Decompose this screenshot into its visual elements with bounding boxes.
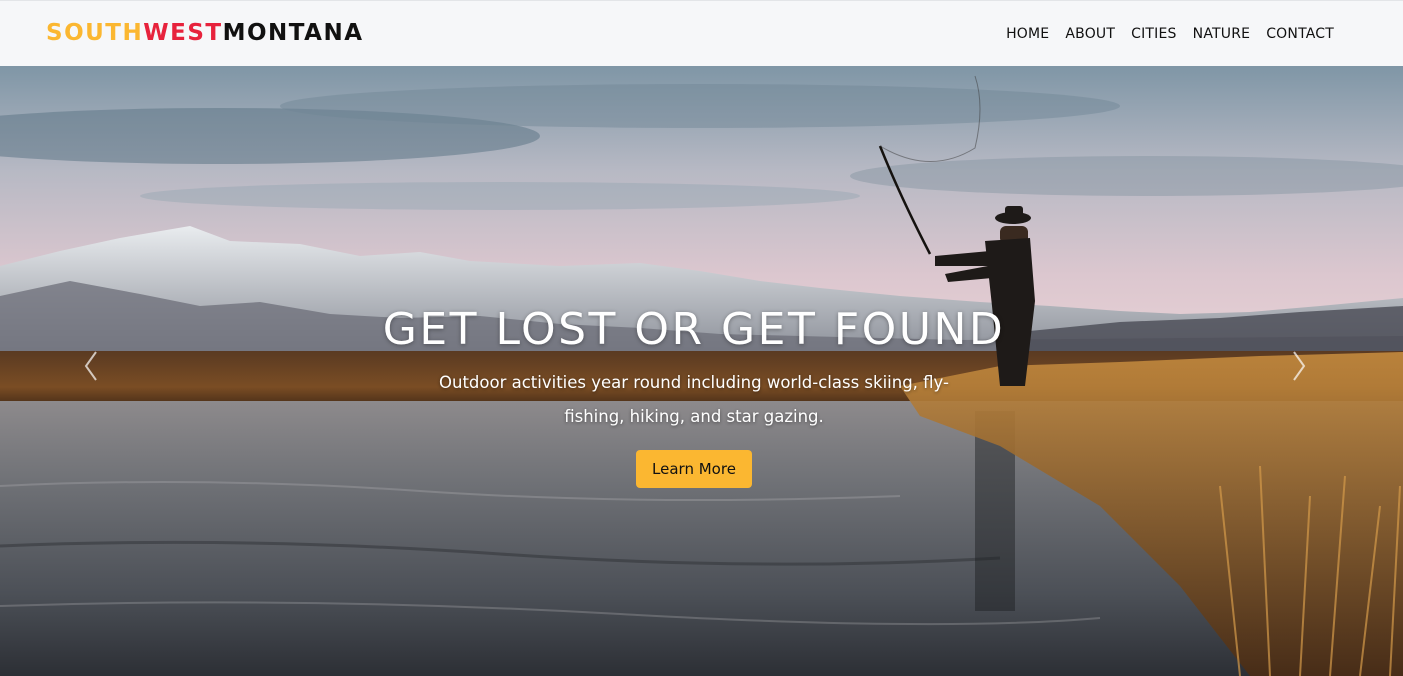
main-nav: HOME ABOUT CITIES NATURE CONTACT xyxy=(990,24,1334,44)
brand-logo[interactable]: SOUTHWESTMONTANA xyxy=(46,18,364,48)
nav-link-cities[interactable]: CITIES xyxy=(1131,24,1177,44)
brand-part-west: WEST xyxy=(143,20,223,46)
brand-part-south: SOUTH xyxy=(46,20,144,46)
brand-part-montana: MONTANA xyxy=(222,20,364,46)
nav-link-home[interactable]: HOME xyxy=(1006,24,1049,44)
hero-description: Outdoor activities year round including … xyxy=(439,373,949,426)
nav-link-contact[interactable]: CONTACT xyxy=(1266,24,1334,44)
hero-carousel: GET LOST OR GET FOUND Outdoor activities… xyxy=(0,66,1403,676)
navbar: SOUTHWESTMONTANA HOME ABOUT CITIES NATUR… xyxy=(0,0,1403,66)
nav-link-about[interactable]: ABOUT xyxy=(1065,24,1115,44)
nav-link-nature[interactable]: NATURE xyxy=(1193,24,1251,44)
hero-title: GET LOST OR GET FOUND xyxy=(382,304,1006,355)
learn-more-button[interactable]: Learn More xyxy=(636,450,752,488)
